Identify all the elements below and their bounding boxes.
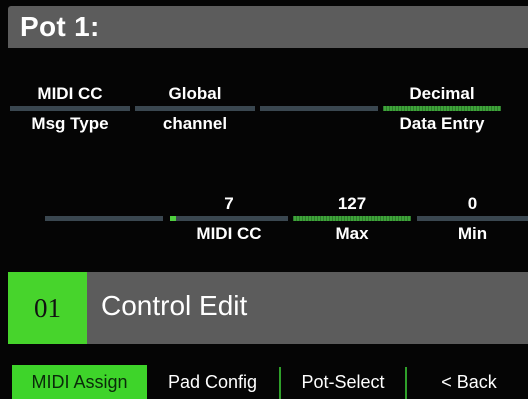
param-data-entry[interactable]: Decimal Data Entry: [383, 84, 501, 134]
param-value: [45, 194, 163, 214]
param-empty-slot[interactable]: [260, 84, 378, 134]
param-value: Global: [168, 84, 222, 103]
softkey-divider: [279, 367, 281, 399]
value-indicator: [170, 216, 176, 221]
param-bar: [10, 106, 130, 111]
softkey-bar: MIDI Assign Pad Config Pot-Select < Back: [8, 365, 528, 399]
param-empty-slot-2[interactable]: [45, 194, 163, 244]
param-label: Msg Type: [31, 114, 109, 133]
device-screen: Pot 1: MIDI CC Msg Type Global channel D…: [0, 0, 528, 399]
param-midi-cc[interactable]: 7 MIDI CC: [170, 194, 288, 244]
param-bar: [170, 216, 288, 221]
param-label: channel: [162, 114, 228, 133]
param-value: 0: [467, 194, 478, 213]
softkey-back[interactable]: < Back: [410, 365, 528, 399]
page-title: Pot 1:: [20, 11, 100, 42]
param-bar: [135, 106, 255, 111]
param-value: MIDI CC: [37, 84, 103, 103]
param-bar-active: [383, 106, 501, 111]
param-bar: [45, 216, 163, 221]
param-label: [260, 114, 378, 134]
param-max[interactable]: 127 Max: [293, 194, 411, 244]
control-number-badge: 01: [8, 272, 87, 344]
param-value: 7: [224, 194, 234, 213]
param-label: Data Entry: [399, 114, 485, 133]
param-label: [45, 224, 163, 244]
param-bar-active: [293, 216, 411, 221]
panel-title: Control Edit: [101, 290, 248, 321]
param-bar: [417, 216, 528, 221]
param-msg-type[interactable]: MIDI CC Msg Type: [10, 84, 130, 134]
softkey-divider: [405, 367, 407, 399]
softkey-pot-select[interactable]: Pot-Select: [283, 365, 403, 399]
softkey-midi-assign[interactable]: MIDI Assign: [12, 365, 147, 399]
title-bar: Pot 1:: [8, 6, 528, 48]
softkey-pad-config[interactable]: Pad Config: [150, 365, 275, 399]
param-value: [260, 84, 378, 104]
param-value: 127: [337, 194, 367, 213]
param-label: Min: [457, 224, 488, 243]
param-bar: [260, 106, 378, 111]
param-min[interactable]: 0 Min: [417, 194, 528, 244]
param-label: Max: [335, 224, 369, 243]
control-edit-panel: 01 Control Edit: [8, 272, 528, 344]
param-channel[interactable]: Global channel: [135, 84, 255, 134]
param-value: Decimal: [409, 84, 475, 103]
param-label: MIDI CC: [196, 224, 262, 243]
